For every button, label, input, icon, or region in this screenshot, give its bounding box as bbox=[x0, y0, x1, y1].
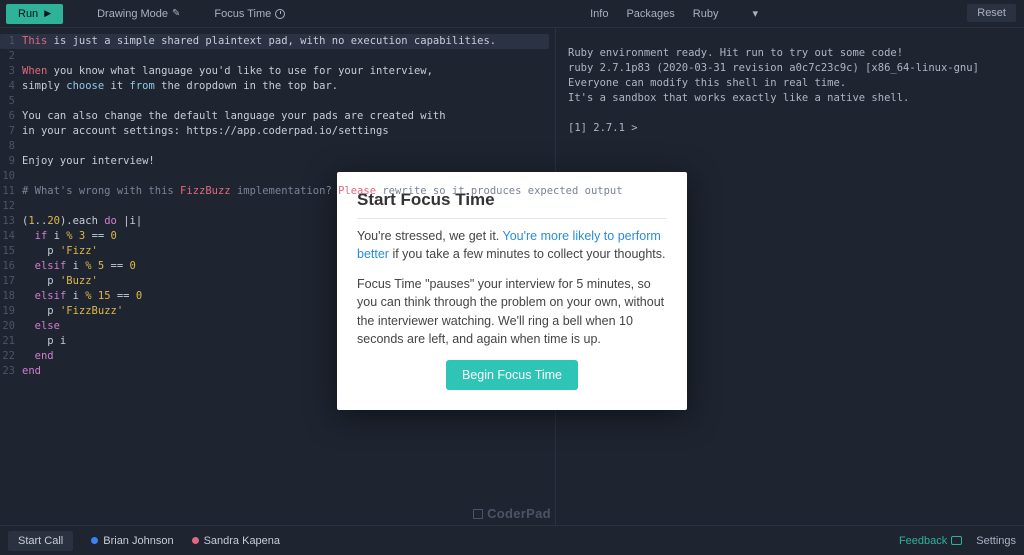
code-content: This is just a simple shared plaintext p… bbox=[22, 34, 549, 379]
line-gutter: 1234567891011121314151617181920212223 bbox=[0, 34, 18, 379]
